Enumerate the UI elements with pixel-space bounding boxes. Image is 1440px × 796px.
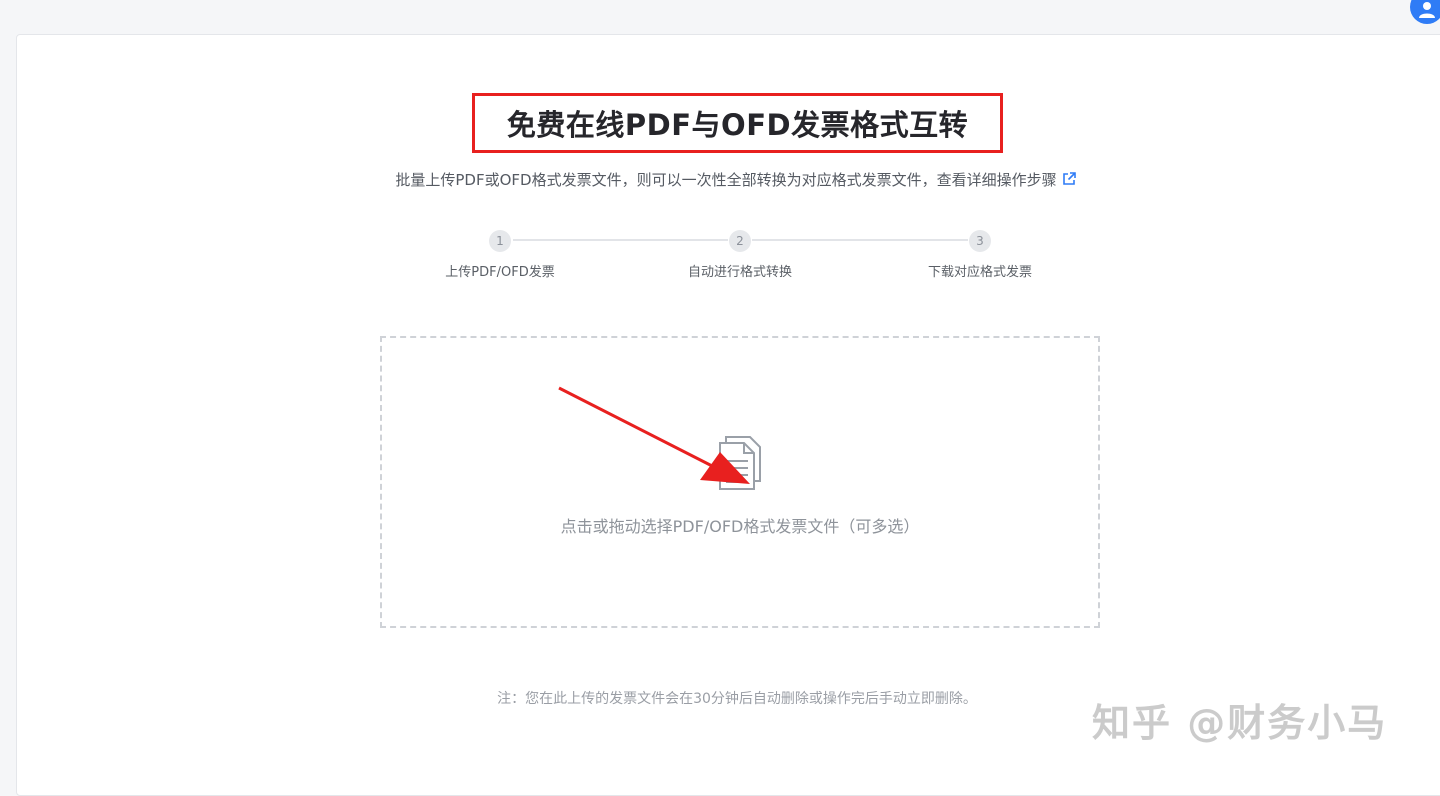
- title-highlight-box: 免费在线PDF与OFD发票格式互转: [472, 93, 1003, 153]
- step-connector-1: [513, 239, 728, 241]
- step-3-number: 3: [969, 230, 991, 252]
- external-link-icon[interactable]: [1061, 171, 1077, 191]
- red-arrow-annotation: [550, 380, 770, 504]
- page-subtitle: 批量上传PDF或OFD格式发票文件，则可以一次性全部转换为对应格式发票文件，查看…: [0, 169, 1440, 191]
- step-2-number: 2: [729, 230, 751, 252]
- user-icon: [1419, 2, 1435, 18]
- dropzone-instructions: 点击或拖动选择PDF/OFD格式发票文件（可多选）: [560, 517, 920, 536]
- user-avatar[interactable]: [1410, 0, 1440, 24]
- step-3-label: 下载对应格式发票: [927, 265, 1032, 280]
- watermark-text: 知乎 @财务小马: [1092, 701, 1388, 745]
- step-1-label: 上传PDF/OFD发票: [445, 265, 555, 280]
- subtitle-text: 批量上传PDF或OFD格式发票文件，则可以一次性全部转换为对应格式发票文件，查看…: [395, 171, 1057, 189]
- step-connector-2: [752, 239, 968, 241]
- page-title: 免费在线PDF与OFD发票格式互转: [506, 108, 969, 142]
- step-1-number: 1: [489, 230, 511, 252]
- step-2-label: 自动进行格式转换: [687, 265, 792, 280]
